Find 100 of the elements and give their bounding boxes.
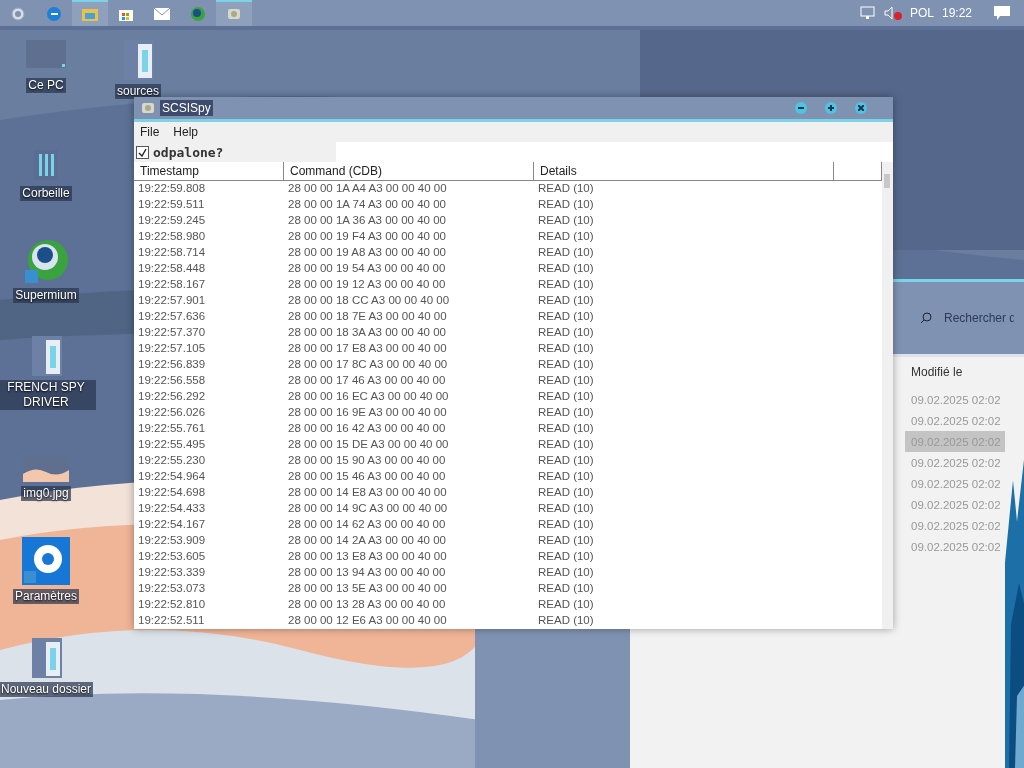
desktop-shortcut[interactable]: Supermium — [0, 238, 96, 303]
table-cell-text: 28 00 00 14 2A A3 00 00 40 00 — [287, 533, 447, 548]
shortcut-label: Paramètres — [13, 589, 79, 604]
table-cell-text: 19:22:54.698 — [137, 485, 207, 500]
table-cell-text: READ (10) — [537, 405, 595, 420]
desktop-shortcut[interactable]: FRENCH SPY DRIVER — [0, 336, 96, 410]
scrollbar[interactable] — [882, 162, 893, 629]
table-cell-text: 19:22:54.433 — [137, 501, 207, 516]
desktop-shortcut[interactable]: Paramètres — [0, 537, 96, 604]
table-cell-text: 19:22:56.026 — [137, 405, 207, 420]
checkbox-label: odpalone? — [153, 144, 224, 160]
column-header[interactable]: Details — [534, 162, 834, 180]
table-cell-text: READ (10) — [537, 261, 595, 276]
table-cell-text: 28 00 00 13 E8 A3 00 00 40 00 — [287, 549, 448, 564]
table-cell-text: READ (10) — [537, 389, 595, 404]
table-cell-text: READ (10) — [537, 357, 595, 372]
window-title: SCSISpy — [160, 100, 213, 116]
table-cell-text: READ (10) — [537, 453, 595, 468]
minimize-button[interactable] — [795, 102, 807, 114]
close-button[interactable] — [855, 102, 867, 114]
desktop-shortcut[interactable]: img0.jpg — [0, 456, 96, 501]
column-header[interactable]: Timestamp — [134, 162, 284, 180]
close-icon — [858, 105, 864, 111]
shortcut-label: Nouveau dossier — [0, 682, 94, 697]
taskbar-app-button[interactable] — [216, 0, 252, 26]
table-cell-text: 28 00 00 1A 36 A3 00 00 40 00 — [287, 213, 447, 228]
table-cell-text: 19:22:54.964 — [137, 469, 207, 484]
table-cell-text: 28 00 00 17 8C A3 00 00 40 00 — [287, 357, 449, 372]
desktop-shortcut[interactable]: Nouveau dossier — [0, 638, 96, 697]
muted-speaker-icon[interactable] — [883, 6, 902, 20]
search-icon — [920, 312, 932, 324]
table-cell-text: READ (10) — [537, 277, 595, 292]
table-cell-text: READ (10) — [537, 485, 595, 500]
taskbar-app-button[interactable] — [72, 0, 108, 26]
table-cell-text: 28 00 00 15 46 A3 00 00 40 00 — [287, 469, 447, 484]
table-cell-text: 19:22:57.105 — [137, 341, 207, 356]
notification-icon[interactable] — [994, 6, 1010, 20]
table-cell-text: 28 00 00 18 7E A3 00 00 40 00 — [287, 309, 448, 324]
table-cell-text: READ (10) — [537, 309, 595, 324]
column-header[interactable]: Command (CDB) — [284, 162, 534, 180]
table-cell-text: 28 00 00 12 E6 A3 00 00 40 00 — [287, 613, 448, 628]
table-cell-text: READ (10) — [537, 613, 595, 628]
table-cell-text: 28 00 00 16 9E A3 00 00 40 00 — [287, 405, 448, 420]
table-cell-text: 28 00 00 19 12 A3 00 00 40 00 — [287, 277, 447, 292]
table-cell-text: 19:22:55.230 — [137, 453, 207, 468]
table-cell-text: READ (10) — [537, 565, 595, 580]
table-cell-text: 28 00 00 17 E8 A3 00 00 40 00 — [287, 341, 448, 356]
table-cell-text: 19:22:57.636 — [137, 309, 207, 324]
table-cell-text: 19:22:57.370 — [137, 325, 207, 340]
shortcut-label: Corbeille — [20, 186, 72, 201]
table-cell-text: 19:22:52.810 — [137, 597, 207, 612]
table-cell-text: 19:22:58.980 — [137, 229, 207, 244]
menu-item[interactable]: File — [140, 125, 160, 139]
table-cell-text: 19:22:52.511 — [137, 613, 206, 628]
table-cell-text: 28 00 00 13 5E A3 00 00 40 00 — [287, 581, 448, 596]
desktop-shortcut[interactable]: Corbeille — [0, 148, 96, 201]
table-cell-text: 28 00 00 14 E8 A3 00 00 40 00 — [287, 485, 448, 500]
table-cell-text: 28 00 00 19 54 A3 00 00 40 00 — [287, 261, 447, 276]
table-cell-text: 19:22:58.714 — [137, 245, 207, 260]
table-cell-text: 28 00 00 1A 74 A3 00 00 40 00 — [287, 197, 447, 212]
table-cell-text: 19:22:58.448 — [137, 261, 207, 276]
table-cell-text: READ (10) — [537, 549, 595, 564]
table-cell-text: READ (10) — [537, 581, 595, 596]
table-cell-text: READ (10) — [537, 533, 595, 548]
shortcut-label: img0.jpg — [21, 486, 71, 501]
globe-icon — [190, 6, 206, 22]
table-cell-text: READ (10) — [537, 245, 595, 260]
image-icon — [23, 456, 69, 482]
table-cell-text: 28 00 00 16 42 A3 00 00 40 00 — [287, 421, 447, 436]
table-cell-text: 19:22:56.558 — [137, 373, 207, 388]
table-cell-text: 19:22:57.901 — [137, 293, 207, 308]
plus-icon — [828, 105, 834, 111]
table-cell-text: 28 00 00 14 9C A3 00 00 40 00 — [287, 501, 449, 516]
table-cell-text: 28 00 00 16 EC A3 00 00 40 00 — [287, 389, 450, 404]
table-cell-text: 19:22:56.292 — [137, 389, 207, 404]
menu-item[interactable]: Help — [173, 125, 199, 139]
table-cell-text: 19:22:58.167 — [137, 277, 207, 292]
table-cell-text: 28 00 00 18 CC A3 00 00 40 00 — [287, 293, 451, 308]
table-cell-text: 19:22:54.167 — [137, 517, 207, 532]
table-cell-text: READ (10) — [537, 341, 595, 356]
table-cell-text: READ (10) — [537, 421, 595, 436]
table-cell-text: 28 00 00 14 62 A3 00 00 40 00 — [287, 517, 447, 532]
shortcut-label: FRENCH SPY DRIVER — [0, 380, 96, 410]
table-cell-text: READ (10) — [537, 373, 595, 388]
table-cell-text: 28 00 00 13 94 A3 00 00 40 00 — [287, 565, 447, 580]
table-cell-text: READ (10) — [537, 517, 595, 532]
column-header[interactable]: Modifié le — [905, 363, 1005, 389]
table-cell-text: READ (10) — [537, 213, 595, 228]
table-cell-text: 28 00 00 19 A8 A3 00 00 40 00 — [287, 245, 447, 260]
table-cell-text: 19:22:59.511 — [137, 197, 206, 212]
globe-icon — [23, 238, 69, 284]
maximize-button[interactable] — [825, 102, 837, 114]
checkbox[interactable] — [136, 145, 149, 159]
network-icon — [859, 6, 876, 20]
table-cell-text: READ (10) — [537, 469, 595, 484]
table-cell-text: 19:22:59.808 — [137, 181, 207, 196]
folder-icon — [82, 7, 98, 21]
table-cell-text: READ (10) — [537, 501, 595, 516]
table-cell-text: READ (10) — [537, 325, 595, 340]
settings-icon — [22, 537, 70, 585]
